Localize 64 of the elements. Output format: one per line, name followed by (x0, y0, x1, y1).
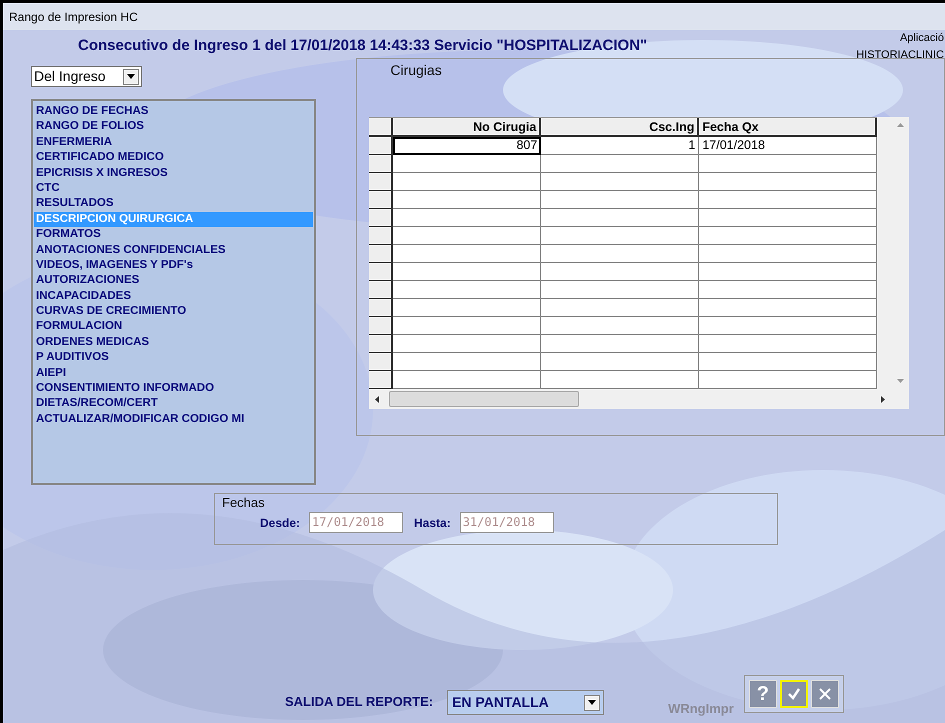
output-label: SALIDA DEL REPORTE: (285, 692, 434, 710)
header-title: Consecutivo de Ingreso 1 del 17/01/2018 14:43:33 Servicio "HOSPITALIZACION" (78, 36, 648, 56)
close-icon (818, 687, 832, 701)
dropdown-button[interactable] (584, 694, 600, 710)
report-list-item[interactable]: VIDEOS, IMAGENES Y PDF's (34, 258, 314, 274)
row-header[interactable] (369, 281, 394, 299)
report-list-item[interactable]: FORMATOS (34, 227, 314, 243)
row-header[interactable] (369, 353, 394, 371)
report-list-item[interactable]: RESULTADOS (34, 196, 314, 212)
report-list-item[interactable]: ANOTACIONES CONFIDENCIALES (34, 242, 314, 258)
table-cell: 17/01/2018 (699, 137, 878, 155)
close-button[interactable] (810, 680, 839, 708)
caret-icon (127, 74, 135, 79)
row-header[interactable] (369, 335, 394, 353)
report-list-item[interactable]: ORDENES MEDICAS (34, 334, 314, 350)
checkmark-icon (786, 687, 801, 701)
column-header: Csc.Ing (541, 118, 700, 137)
report-list-item[interactable]: ACTUALIZAR/MODIFICAR CODIGO MI (34, 412, 314, 428)
report-list-item[interactable]: INCAPACIDADES (34, 288, 314, 304)
row-header[interactable] (369, 299, 394, 317)
row-header[interactable] (369, 245, 394, 263)
accept-button[interactable] (780, 680, 808, 708)
row-header[interactable] (369, 191, 394, 209)
app-label: Aplicació (900, 31, 944, 46)
report-list-item[interactable]: RANGO DE FOLIOS (34, 119, 314, 135)
row-header[interactable] (369, 137, 394, 155)
output-dropdown[interactable]: EN PANTALLA (447, 690, 604, 715)
row-header[interactable] (369, 317, 394, 335)
scroll-right-icon[interactable] (881, 396, 886, 402)
to-label: Hasta: (414, 514, 451, 532)
panel-title: Cirugias (390, 61, 443, 80)
report-list-item[interactable]: RANGO DE FECHAS (34, 104, 314, 120)
window-title: Rango de Impresion HC (3, 3, 945, 30)
from-label: Desde: (260, 514, 300, 532)
scroll-left-icon[interactable] (375, 396, 380, 402)
row-header[interactable] (369, 263, 394, 281)
report-list-item[interactable]: CTC (34, 180, 314, 196)
caret-icon (588, 700, 596, 705)
report-list-item[interactable]: CERTIFICADO MEDICO (34, 150, 314, 166)
dropdown-button[interactable] (123, 68, 139, 84)
report-list-item[interactable]: EPICRISIS X INGRESOS (34, 166, 314, 181)
app-name: HISTORIACLINIC (856, 48, 944, 62)
report-list-item[interactable]: AIEPI (34, 366, 314, 382)
row-header[interactable] (369, 209, 394, 227)
row-header[interactable] (369, 371, 394, 389)
table-cell: 807 (393, 137, 542, 155)
report-list-item[interactable]: CURVAS DE CRECIMIENTO (34, 304, 314, 320)
report-list-item[interactable]: CONSENTIMIENTO INFORMADO (34, 381, 314, 396)
scroll-thumb[interactable] (389, 391, 580, 407)
row-header[interactable] (369, 173, 394, 191)
report-list-item[interactable]: ENFERMERIA (34, 134, 314, 150)
scope-dropdown[interactable]: Del Ingreso (31, 66, 142, 87)
column-header: Fecha Qx (699, 118, 878, 137)
report-list-item[interactable]: AUTORIZACIONES (34, 273, 314, 289)
report-list-item[interactable]: P AUDITIVOS (34, 350, 314, 366)
column-header: No Cirugia (393, 118, 542, 137)
report-list-item[interactable]: DIETAS/RECOM/CERT (34, 396, 314, 412)
report-list-item[interactable]: FORMULACION (34, 319, 314, 335)
group-title: Fechas (222, 495, 266, 510)
table-cell: 1 (541, 137, 700, 155)
table-corner (369, 118, 394, 137)
form-code: WRngImpr (668, 700, 734, 718)
row-header[interactable] (369, 227, 394, 245)
row-header[interactable] (369, 155, 394, 173)
